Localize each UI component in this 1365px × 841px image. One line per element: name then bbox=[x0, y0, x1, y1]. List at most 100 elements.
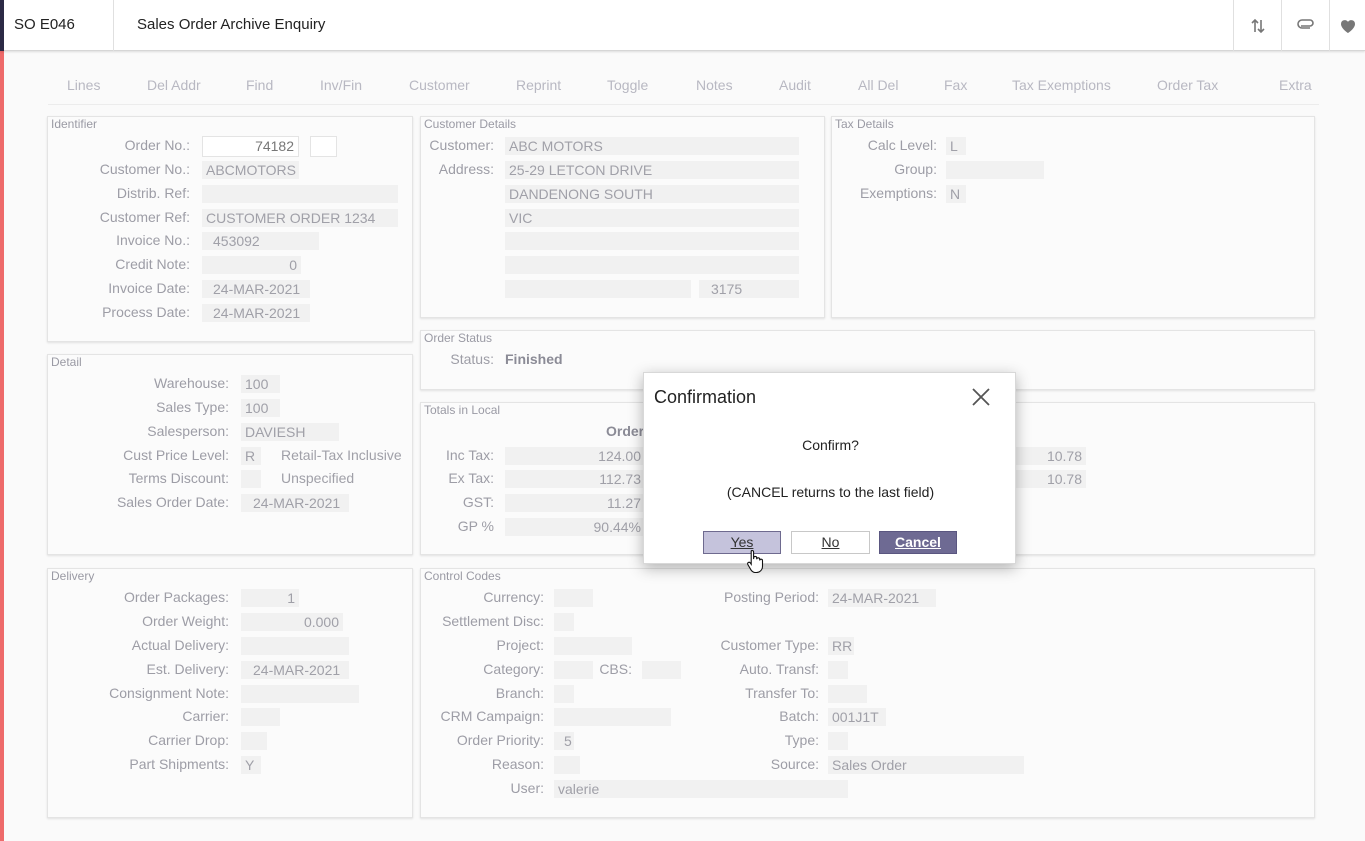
currency-label: Currency: bbox=[483, 589, 544, 605]
est-delivery-field: 24-MAR-2021 bbox=[241, 661, 349, 679]
part-shipments-label: Part Shipments: bbox=[129, 756, 229, 772]
consignment-note-field bbox=[241, 685, 359, 703]
carrier-label: Carrier: bbox=[182, 708, 229, 724]
process-date-field: 24-MAR-2021 bbox=[202, 304, 310, 322]
reason-field bbox=[554, 756, 580, 774]
ex-tax-field-2: 10.78 bbox=[1011, 470, 1086, 488]
order-suffix-field[interactable] bbox=[310, 136, 337, 157]
branch-field bbox=[554, 685, 574, 703]
terms-discount-field bbox=[241, 470, 261, 488]
detail-panel: Detail Warehouse: 100 Sales Type: 100 Sa… bbox=[47, 354, 413, 555]
calc-level-label: Calc Level: bbox=[867, 137, 937, 153]
user-label: User: bbox=[510, 780, 544, 796]
toolbar-fax[interactable]: Fax bbox=[944, 77, 967, 93]
currency-field bbox=[554, 589, 593, 607]
branch-label: Branch: bbox=[495, 685, 544, 701]
toolbar-notes[interactable]: Notes bbox=[696, 77, 733, 93]
invoice-no-label: Invoice No.: bbox=[116, 232, 190, 248]
address-line-5 bbox=[505, 256, 799, 274]
toolbar-customer[interactable]: Customer bbox=[409, 77, 470, 93]
gp-label: GP % bbox=[457, 518, 494, 534]
yes-button[interactable]: Yes bbox=[703, 531, 781, 554]
inc-tax-label: Inc Tax: bbox=[446, 447, 494, 463]
type-label: Type: bbox=[784, 732, 819, 748]
tax-details-panel: Tax Details Calc Level: L Group: Exempti… bbox=[831, 116, 1315, 318]
order-packages-field: 1 bbox=[241, 589, 299, 607]
inc-tax-field: 124.00 bbox=[505, 447, 645, 465]
delivery-title: Delivery bbox=[51, 569, 95, 583]
order-status-title: Order Status bbox=[424, 331, 493, 345]
source-label: Source: bbox=[770, 756, 819, 772]
user-field: valerie bbox=[554, 780, 848, 798]
inc-tax-field-2: 10.78 bbox=[1011, 447, 1086, 465]
confirmation-dialog: Confirmation Confirm? (CANCEL returns to… bbox=[643, 372, 1016, 564]
customer-no-label: Customer No.: bbox=[99, 161, 190, 177]
app-header: SO E046 Sales Order Archive Enquiry bbox=[0, 0, 1365, 51]
cust-price-level-field: R bbox=[241, 447, 261, 465]
toolbar-del-addr[interactable]: Del Addr bbox=[147, 77, 201, 93]
carrier-field bbox=[241, 708, 280, 726]
type-field bbox=[828, 732, 848, 750]
gp-field: 90.44% bbox=[505, 518, 645, 536]
toolbar-lines[interactable]: Lines bbox=[67, 77, 100, 93]
ex-tax-label: Ex Tax: bbox=[448, 470, 494, 486]
toolbar-audit[interactable]: Audit bbox=[779, 77, 811, 93]
customer-type-field: RR bbox=[828, 637, 854, 655]
crm-campaign-label: CRM Campaign: bbox=[440, 708, 544, 724]
settlement-disc-field bbox=[554, 613, 574, 631]
address-line-4 bbox=[505, 232, 799, 250]
crm-campaign-field bbox=[554, 708, 671, 726]
sort-arrows-icon bbox=[1250, 18, 1265, 33]
carrier-drop-field bbox=[241, 732, 267, 750]
order-no-label: Order No.: bbox=[124, 137, 190, 153]
terms-discount-desc: Unspecified bbox=[281, 470, 355, 486]
distrib-ref-label: Distrib. Ref: bbox=[116, 185, 190, 201]
delivery-panel: Delivery Order Packages: 1 Order Weight:… bbox=[47, 568, 413, 818]
calc-level-field: L bbox=[946, 137, 966, 155]
close-icon bbox=[972, 388, 990, 406]
cust-price-level-label: Cust Price Level: bbox=[123, 447, 229, 463]
source-field: Sales Order bbox=[828, 756, 1024, 774]
page-title: Sales Order Archive Enquiry bbox=[137, 16, 326, 33]
detail-title: Detail bbox=[51, 355, 82, 369]
toolbar-inv-fin[interactable]: Inv/Fin bbox=[320, 77, 362, 93]
program-code: SO E046 bbox=[14, 16, 75, 33]
credit-note-field: 0 bbox=[202, 256, 301, 274]
close-button[interactable] bbox=[970, 386, 992, 408]
toolbar-find[interactable]: Find bbox=[246, 77, 273, 93]
order-no-field[interactable]: 74182 bbox=[202, 136, 299, 157]
toolbar-order-tax[interactable]: Order Tax bbox=[1157, 77, 1218, 93]
paperclip-icon bbox=[1296, 18, 1314, 29]
sales-type-field: 100 bbox=[241, 399, 280, 417]
customer-ref-field: CUSTOMER ORDER 1234 bbox=[202, 209, 398, 227]
toolbar-toggle[interactable]: Toggle bbox=[607, 77, 648, 93]
sales-type-label: Sales Type: bbox=[156, 399, 229, 415]
gst-field: 11.27 bbox=[505, 494, 645, 512]
customer-details-title: Customer Details bbox=[424, 117, 517, 131]
toolbar-tax-exemptions[interactable]: Tax Exemptions bbox=[1012, 77, 1111, 93]
header-divider bbox=[113, 0, 114, 51]
part-shipments-field: Y bbox=[241, 756, 261, 774]
sort-button[interactable] bbox=[1233, 0, 1281, 51]
favourite-button[interactable] bbox=[1329, 0, 1365, 51]
invoice-no-field: 453092 bbox=[202, 232, 319, 250]
settlement-disc-label: Settlement Disc: bbox=[442, 613, 544, 629]
transfer-to-field bbox=[828, 685, 867, 703]
attachments-button[interactable] bbox=[1281, 0, 1329, 51]
credit-note-label: Credit Note: bbox=[115, 256, 190, 272]
est-delivery-label: Est. Delivery: bbox=[146, 661, 229, 677]
no-button[interactable]: No bbox=[791, 531, 870, 554]
toolbar-all-del[interactable]: All Del bbox=[858, 77, 898, 93]
cancel-button[interactable]: Cancel bbox=[879, 531, 957, 554]
carrier-drop-label: Carrier Drop: bbox=[148, 732, 229, 748]
totals-title: Totals in Local bbox=[424, 403, 501, 417]
toolbar-reprint[interactable]: Reprint bbox=[516, 77, 561, 93]
address-line-3: VIC bbox=[505, 209, 799, 227]
order-priority-label: Order Priority: bbox=[456, 732, 544, 748]
action-toolbar: Lines Del Addr Find Inv/Fin Customer Rep… bbox=[48, 65, 1319, 105]
consignment-note-label: Consignment Note: bbox=[109, 685, 229, 701]
tax-details-title: Tax Details bbox=[835, 117, 894, 131]
warehouse-label: Warehouse: bbox=[154, 375, 229, 391]
toolbar-extra[interactable]: Extra bbox=[1279, 77, 1312, 93]
group-label: Group: bbox=[894, 161, 937, 177]
